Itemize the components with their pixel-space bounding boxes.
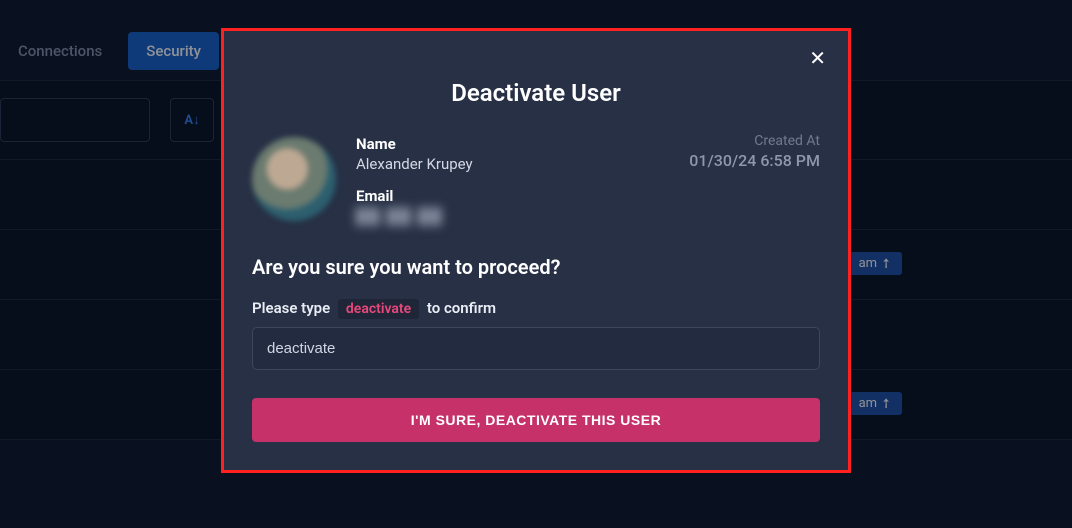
confirm-keyword: deactivate [338,299,419,319]
close-button[interactable]: ✕ [809,49,826,69]
email-value: ██ ██ ██ [356,207,669,225]
confirm-prefix: Please type [252,299,330,317]
user-summary: Name Alexander Krupey Email ██ ██ ██ Cre… [252,133,820,225]
email-label: Email [356,187,669,205]
name-value: Alexander Krupey [356,155,669,173]
confirm-suffix: to confirm [427,299,496,317]
created-at: Created At 01/30/24 6:58 PM [689,133,820,170]
modal-backdrop[interactable]: ✕ Deactivate User Name Alexander Krupey … [0,0,1072,528]
modal-title: Deactivate User [252,79,820,107]
close-icon: ✕ [809,48,826,70]
user-fields: Name Alexander Krupey Email ██ ██ ██ [356,133,669,225]
confirm-input[interactable] [252,327,820,370]
deactivate-user-modal: ✕ Deactivate User Name Alexander Krupey … [221,28,851,473]
confirm-instruction: Please type deactivate to confirm [252,299,820,317]
name-label: Name [356,135,669,153]
deactivate-confirm-button[interactable]: I'M SURE, DEACTIVATE THIS USER [252,398,820,442]
confirm-prompt: Are you sure you want to proceed? [252,255,820,279]
avatar [252,137,336,221]
created-at-value: 01/30/24 6:58 PM [689,151,820,170]
created-at-label: Created At [689,133,820,149]
